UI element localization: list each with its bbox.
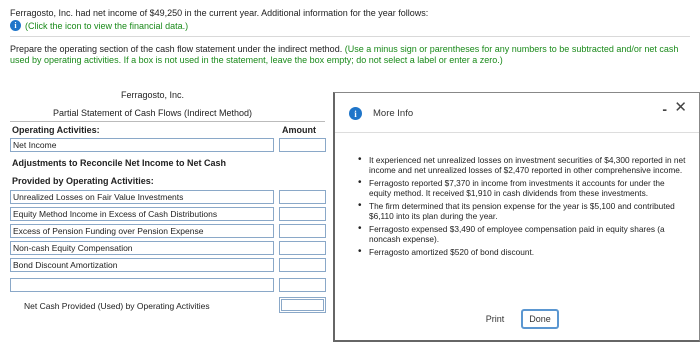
adjustment-amount-input-4[interactable] — [279, 241, 326, 255]
adjustment-amount-input-1[interactable] — [279, 190, 326, 204]
adjustment-label-field-3[interactable]: Excess of Pension Funding over Pension E… — [10, 224, 274, 238]
minimize-icon[interactable]: - — [662, 101, 667, 117]
net-income-amount-input[interactable] — [279, 138, 326, 152]
adjustment-amount-input-6[interactable] — [279, 278, 326, 292]
hint-row[interactable]: i (Click the icon to view the financial … — [10, 20, 188, 31]
info-item-3: The firm determined that its pension exp… — [357, 201, 687, 221]
adjustment-amount-input-2[interactable] — [279, 207, 326, 221]
adjustment-amount-input-5[interactable] — [279, 258, 326, 272]
info-item-2: Ferragosto reported $7,370 in income fro… — [357, 178, 687, 198]
adjustment-label-field-1[interactable]: Unrealized Losses on Fair Value Investme… — [10, 190, 274, 204]
adjustments-heading-line2: Provided by Operating Activities: — [12, 176, 154, 186]
net-income-label-field[interactable]: Net Income — [10, 138, 274, 152]
more-info-list: It experienced net unrealized losses on … — [357, 155, 687, 260]
divider — [10, 36, 690, 37]
dialog-header: i More Info - ✕ — [335, 93, 699, 133]
header-divider — [10, 121, 325, 122]
adjustments-heading-line1: Adjustments to Reconcile Net Income to N… — [12, 158, 227, 168]
financial-data-hint[interactable]: (Click the icon to view the financial da… — [25, 21, 188, 31]
close-icon[interactable]: ✕ — [674, 98, 687, 116]
info-item-4: Ferragosto expensed $3,490 of employee c… — [357, 224, 687, 244]
info-icon: i — [349, 107, 362, 120]
adjustment-label-field-4[interactable]: Non-cash Equity Compensation — [10, 241, 274, 255]
company-name: Ferragosto, Inc. — [120, 90, 185, 100]
problem-intro: Ferragosto, Inc. had net income of $49,2… — [10, 8, 429, 18]
amount-column-header: Amount — [282, 125, 316, 135]
adjustment-label-field-6[interactable] — [10, 278, 274, 292]
adjustment-label-field-2[interactable]: Equity Method Income in Excess of Cash D… — [10, 207, 274, 221]
dialog-title: More Info — [373, 108, 414, 119]
info-icon[interactable]: i — [10, 20, 21, 31]
print-button[interactable]: Print — [480, 309, 510, 329]
more-info-dialog: i More Info - ✕ It experienced net unrea… — [333, 92, 700, 342]
adjustment-amount-input-3[interactable] — [279, 224, 326, 238]
net-cash-label: Net Cash Provided (Used) by Operating Ac… — [24, 301, 210, 311]
instructions-text: Prepare the operating section of the cas… — [10, 44, 345, 54]
net-cash-amount-input[interactable] — [279, 297, 326, 313]
adjustment-label-field-5[interactable]: Bond Discount Amortization — [10, 258, 274, 272]
operating-activities-heading: Operating Activities: — [12, 125, 100, 135]
statement-title: Partial Statement of Cash Flows (Indirec… — [52, 108, 253, 118]
instructions: Prepare the operating section of the cas… — [10, 44, 690, 66]
info-item-1: It experienced net unrealized losses on … — [357, 155, 687, 175]
info-item-5: Ferragosto amortized $520 of bond discou… — [357, 247, 687, 257]
done-button[interactable]: Done — [521, 309, 559, 329]
